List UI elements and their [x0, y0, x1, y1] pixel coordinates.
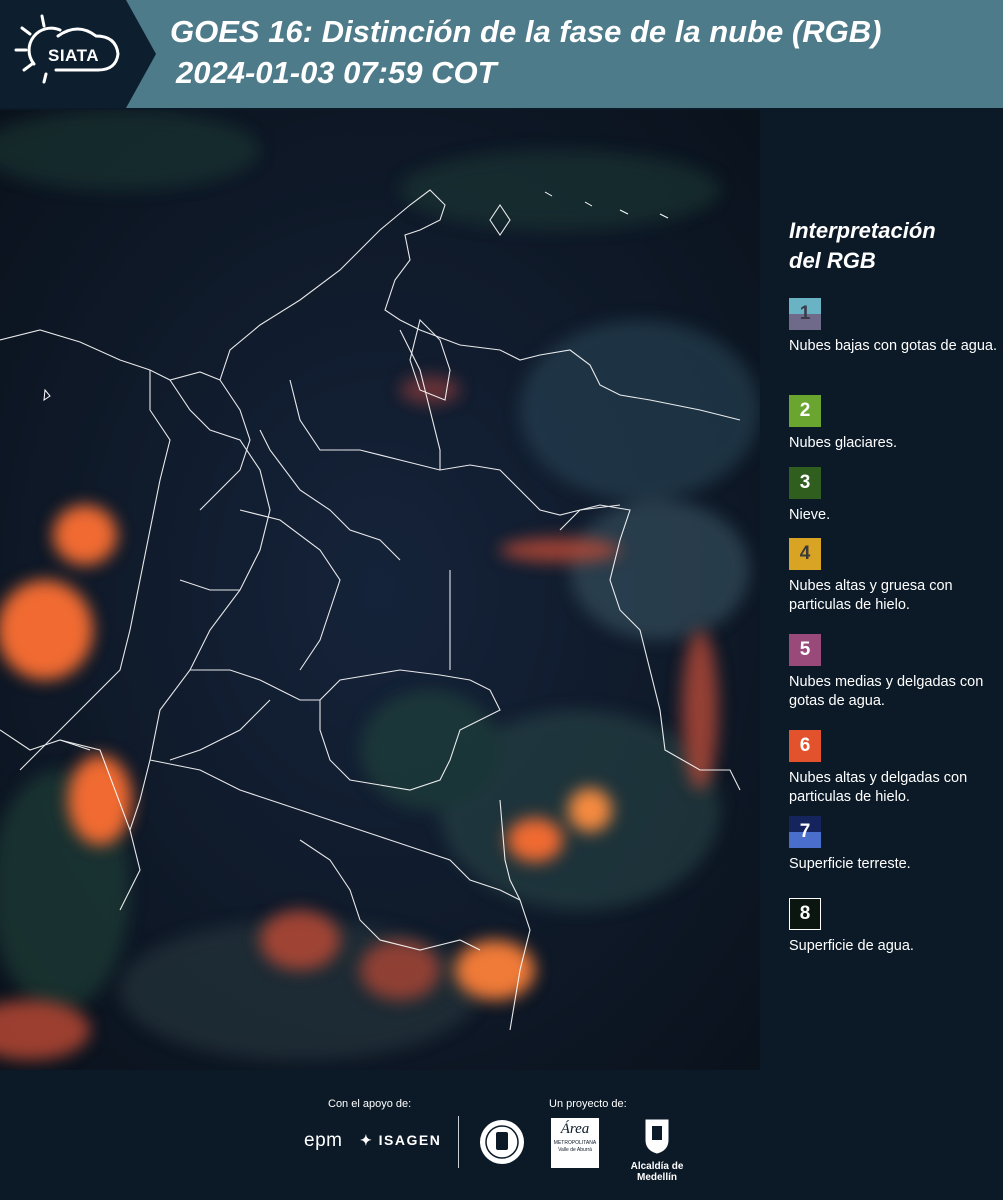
siata-logo-text: SIATA: [48, 46, 99, 65]
legend-number: 1: [799, 303, 811, 324]
legend-number: 2: [799, 400, 811, 421]
legend-number: 4: [799, 543, 811, 564]
project-label: Un proyecto de:: [549, 1098, 627, 1110]
legend-swatch: 3: [789, 467, 821, 499]
legend-swatch: 2: [789, 395, 821, 427]
area-logo-text: Área: [560, 1121, 590, 1137]
seal-icon: [480, 1120, 524, 1164]
footer: Con el apoyo de: Un proyecto de: epm ✦ I…: [0, 1070, 1003, 1200]
legend-swatch: 5: [789, 634, 821, 666]
legend-number: 8: [799, 903, 811, 924]
legend-text: Nubes bajas con gotas de agua.: [789, 338, 997, 354]
legend-item: 1 Nubes bajas con gotas de agua.: [789, 298, 999, 356]
satellite-map[interactable]: [0, 110, 760, 1070]
area-logo-sub: METROPOLITANA: [553, 1140, 597, 1146]
legend-swatch: 7: [789, 816, 821, 848]
header-bar: SIATA GOES 16: Distinción de la fase de …: [0, 0, 1003, 108]
legend-item: 5 Nubes medias y delgadas con gotas de ag…: [789, 634, 999, 711]
isagen-icon: ✦: [360, 1132, 374, 1148]
legend-item: 4 Nubes altas y gruesa con particulas de …: [789, 538, 999, 615]
epm-logo-text: epm: [304, 1130, 343, 1151]
legend-swatch: 6: [789, 730, 821, 762]
legend-title: Interpretación del RGB: [789, 218, 936, 273]
legend-text: Nubes glaciares.: [789, 435, 897, 451]
legend-number: 3: [799, 472, 811, 493]
epm-logo[interactable]: epm: [304, 1130, 342, 1152]
legend-number: 7: [799, 821, 811, 842]
legend-text: Nubes altas y gruesa con particulas de h…: [789, 578, 953, 613]
legend-item: 3 Nieve.: [789, 467, 999, 525]
isagen-logo-text: ISAGEN: [378, 1132, 442, 1148]
support-label: Con el apoyo de:: [328, 1098, 412, 1110]
legend-text: Nieve.: [789, 507, 831, 523]
legend-item: 6 Nubes altas y delgadas con particulas d…: [789, 730, 999, 807]
legend-number: 5: [799, 639, 811, 660]
legend-swatch: 1: [789, 298, 821, 330]
legend-text: Nubes altas y delgadas con particulas de…: [789, 770, 968, 805]
isagen-logo[interactable]: ✦ ISAGEN: [360, 1132, 441, 1149]
area-logo-sub2: Valle de Aburrá: [558, 1147, 592, 1153]
legend-panel: Interpretación del RGB 1 Nubes bajas con …: [770, 110, 1003, 1070]
legend-text: Nubes medias y delgadas con gotas de agu…: [789, 674, 984, 709]
page-title: GOES 16: Distinción de la fase de la nub…: [170, 14, 882, 49]
legend-item: 8 Superficie de agua.: [789, 898, 999, 956]
page-timestamp: 2024-01-03 07:59 COT: [176, 55, 497, 90]
alcaldia-logo-text: Alcaldía de Medellín: [630, 1161, 684, 1183]
medellin-seal[interactable]: [478, 1118, 526, 1171]
legend-number: 6: [799, 735, 811, 756]
shield-icon: [645, 1119, 669, 1154]
legend-swatch: 4: [789, 538, 821, 570]
alcaldia-logo[interactable]: Alcaldía de Medellín: [612, 1118, 702, 1183]
legend-item: 7 Superficie terreste.: [789, 816, 999, 874]
siata-logo[interactable]: SIATA: [0, 0, 156, 108]
footer-divider: [458, 1116, 459, 1168]
legend-swatch: 8: [789, 898, 821, 930]
legend-text: Superficie de agua.: [789, 938, 914, 954]
area-metropolitana-logo[interactable]: Área METROPOLITANA Valle de Aburrá: [551, 1118, 599, 1168]
legend-text: Superficie terreste.: [789, 856, 911, 872]
legend-item: 2 Nubes glaciares.: [789, 395, 999, 453]
satellite-image: [0, 110, 760, 1070]
